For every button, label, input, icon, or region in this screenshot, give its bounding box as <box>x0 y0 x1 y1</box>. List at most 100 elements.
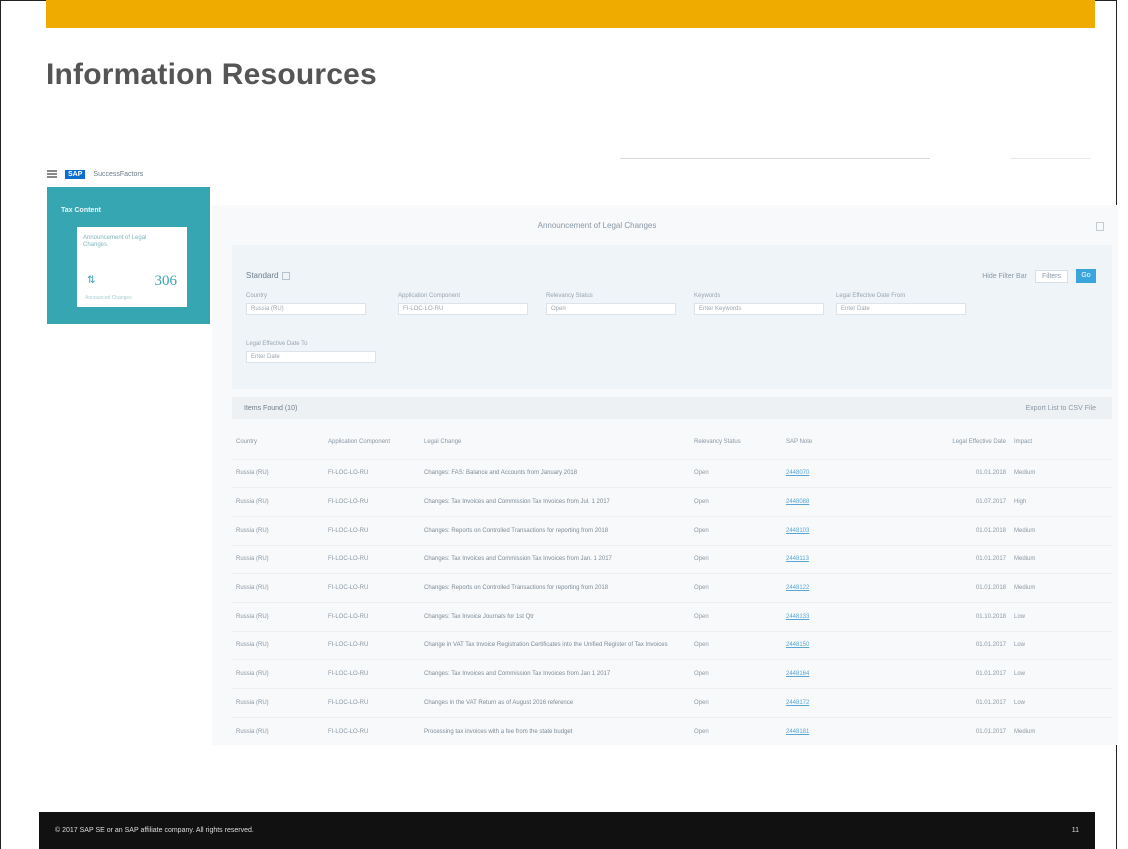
sap-note-link[interactable]: 2448164 <box>782 659 900 689</box>
cell-relevancy-status: Open <box>690 515 782 546</box>
table-row[interactable]: Russia (RU) FI-LOC-LO-RU Changes: Reports … <box>232 573 1112 603</box>
cell-effective-date: 01.01.2017 <box>900 688 1010 718</box>
tile-card[interactable]: Announcement of Legal Changes ⇅ 306 Anno… <box>77 227 187 307</box>
cell-impact: Medium <box>1010 458 1112 488</box>
sap-note-link[interactable]: 2448070 <box>782 458 900 488</box>
table-row[interactable]: Russia (RU) FI-LOC-LO-RU Changes: Tax Invo… <box>232 601 1112 632</box>
legal-changes-panel: Announcement of Legal Changes Standard H… <box>212 205 1118 746</box>
cell-application-component: FI-LOC-LO-RU <box>324 544 420 574</box>
cell-country: Russia (RU) <box>232 659 324 689</box>
tile-count: 306 <box>154 273 178 289</box>
country-input[interactable]: Russia (RU) <box>246 303 366 315</box>
filters-button[interactable]: Filters <box>1034 269 1068 283</box>
cell-relevancy-status: Open <box>690 601 782 632</box>
column-header[interactable]: Application Component <box>324 425 420 459</box>
tax-content-tile[interactable]: Tax Content Announcement of Legal Change… <box>47 187 210 324</box>
sap-note-link[interactable]: 2448150 <box>782 630 900 660</box>
cell-application-component: FI-LOC-LO-RU <box>324 716 420 746</box>
tile-subtitle: Announcement of Legal Changes <box>83 235 147 248</box>
effective-date-to-input[interactable]: Enter Date <box>246 351 376 363</box>
cell-impact: Low <box>1010 601 1112 632</box>
table-row[interactable]: Russia (RU) FI-LOC-LO-RU Changes in the VA… <box>232 688 1112 718</box>
page-number: 11 <box>1071 827 1079 834</box>
cell-impact: Low <box>1010 659 1112 689</box>
variant-selector[interactable]: Standard <box>246 271 291 280</box>
cell-effective-date: 01.01.2017 <box>900 630 1010 660</box>
go-button[interactable]: Go <box>1076 269 1096 283</box>
copyright-text: © 2017 SAP SE or an SAP affiliate compan… <box>55 827 254 834</box>
column-header[interactable]: Impact <box>1010 425 1112 459</box>
cell-application-component: FI-LOC-LO-RU <box>324 487 420 517</box>
chevron-down-icon <box>282 271 291 280</box>
menu-icon[interactable] <box>47 170 57 178</box>
column-header[interactable]: SAP Note <box>782 425 900 459</box>
cell-relevancy-status: Open <box>690 659 782 689</box>
filter-label: Legal Effective Date To <box>246 341 308 347</box>
table-row[interactable]: Russia (RU) FI-LOC-LO-RU Changes: FAS: Bal… <box>232 458 1112 488</box>
cell-legal-change: Processing tax invoices with a fee from … <box>420 716 690 746</box>
sap-note-link[interactable]: 2448103 <box>782 515 900 546</box>
cell-relevancy-status: Open <box>690 630 782 660</box>
cell-country: Russia (RU) <box>232 544 324 574</box>
application-component-input[interactable]: FI-LOC-LO-RU <box>398 303 528 315</box>
table-header-row: Country Application Component Legal Chan… <box>232 425 1112 459</box>
variant-label: Standard <box>246 271 279 280</box>
cell-legal-change: Changes: Reports on Controlled Transacti… <box>420 573 690 603</box>
filter-label: Legal Effective Date From <box>836 293 906 299</box>
filter-country: Country Russia (RU) <box>246 293 366 315</box>
cell-impact: Low <box>1010 630 1112 660</box>
table-row[interactable]: Russia (RU) FI-LOC-LO-RU Changes: Tax Invo… <box>232 487 1112 517</box>
table-row[interactable]: Russia (RU) FI-LOC-LO-RU Changes: Tax Invo… <box>232 659 1112 689</box>
filter-bar: Standard Hide Filter Bar Filters Go Coun… <box>232 245 1112 389</box>
sap-note-link[interactable]: 2448172 <box>782 688 900 718</box>
table-row[interactable]: Russia (RU) FI-LOC-LO-RU Changes: Reports … <box>232 515 1112 546</box>
sap-note-link[interactable]: 2448181 <box>782 716 900 746</box>
cell-country: Russia (RU) <box>232 487 324 517</box>
cell-effective-date: 01.07.2017 <box>900 487 1010 517</box>
cell-country: Russia (RU) <box>232 688 324 718</box>
filter-label: Country <box>246 293 268 299</box>
filter-application-component: Application Component FI-LOC-LO-RU <box>398 293 528 315</box>
column-header[interactable]: Legal Change <box>420 425 690 459</box>
cell-effective-date: 01.01.2017 <box>900 716 1010 746</box>
cell-effective-date: 01.10.2018 <box>900 601 1010 632</box>
relevancy-status-input[interactable]: Open <box>546 303 676 315</box>
table-toolbar: Items Found (10) Export List to CSV File <box>232 397 1112 419</box>
cell-application-component: FI-LOC-LO-RU <box>324 688 420 718</box>
column-header[interactable]: Legal Effective Date <box>900 425 1010 459</box>
effective-date-from-input[interactable]: Enter Date <box>836 303 966 315</box>
slide-title: Information Resources <box>46 58 377 91</box>
cell-relevancy-status: Open <box>690 487 782 517</box>
sap-note-link[interactable]: 2448133 <box>782 601 900 632</box>
sap-note-link[interactable]: 2448122 <box>782 573 900 603</box>
cell-effective-date: 01.01.2017 <box>900 659 1010 689</box>
legal-changes-table: Country Application Component Legal Chan… <box>232 425 1112 746</box>
cell-application-component: FI-LOC-LO-RU <box>324 659 420 689</box>
cell-legal-change: Changes: Tax Invoices and Commission Tax… <box>420 487 690 517</box>
cell-effective-date: 01.01.2018 <box>900 515 1010 546</box>
sap-note-link[interactable]: 2448088 <box>782 487 900 517</box>
hide-filter-bar-link[interactable]: Hide Filter Bar <box>982 273 1027 280</box>
table-row[interactable]: Russia (RU) FI-LOC-LO-RU Changes: Tax Invo… <box>232 544 1112 574</box>
export-csv-button[interactable]: Export List to CSV File <box>1026 405 1096 412</box>
keywords-input[interactable]: Enter Keywords <box>694 303 824 315</box>
app-header: SAP SuccessFactors <box>47 166 143 182</box>
cell-country: Russia (RU) <box>232 601 324 632</box>
table-row[interactable]: Russia (RU) FI-LOC-LO-RU Processing tax in… <box>232 716 1112 746</box>
share-icon[interactable] <box>1096 222 1104 231</box>
cell-country: Russia (RU) <box>232 630 324 660</box>
cell-impact: Medium <box>1010 716 1112 746</box>
cell-country: Russia (RU) <box>232 458 324 488</box>
sap-note-link[interactable]: 2448113 <box>782 544 900 574</box>
column-header[interactable]: Relevancy Status <box>690 425 782 459</box>
filter-bar-actions: Hide Filter Bar Filters Go <box>982 269 1096 283</box>
slide-footer: © 2017 SAP SE or an SAP affiliate compan… <box>39 812 1095 849</box>
cell-effective-date: 01.01.2018 <box>900 458 1010 488</box>
cell-relevancy-status: Open <box>690 458 782 488</box>
slide-top-bar <box>46 0 1095 28</box>
cell-impact: Medium <box>1010 515 1112 546</box>
filter-effective-date-from: Legal Effective Date From Enter Date <box>836 293 966 315</box>
column-header[interactable]: Country <box>232 425 324 459</box>
table-row[interactable]: Russia (RU) FI-LOC-LO-RU Change in VAT Tax… <box>232 630 1112 660</box>
panel-title: Announcement of Legal Changes <box>537 221 657 230</box>
